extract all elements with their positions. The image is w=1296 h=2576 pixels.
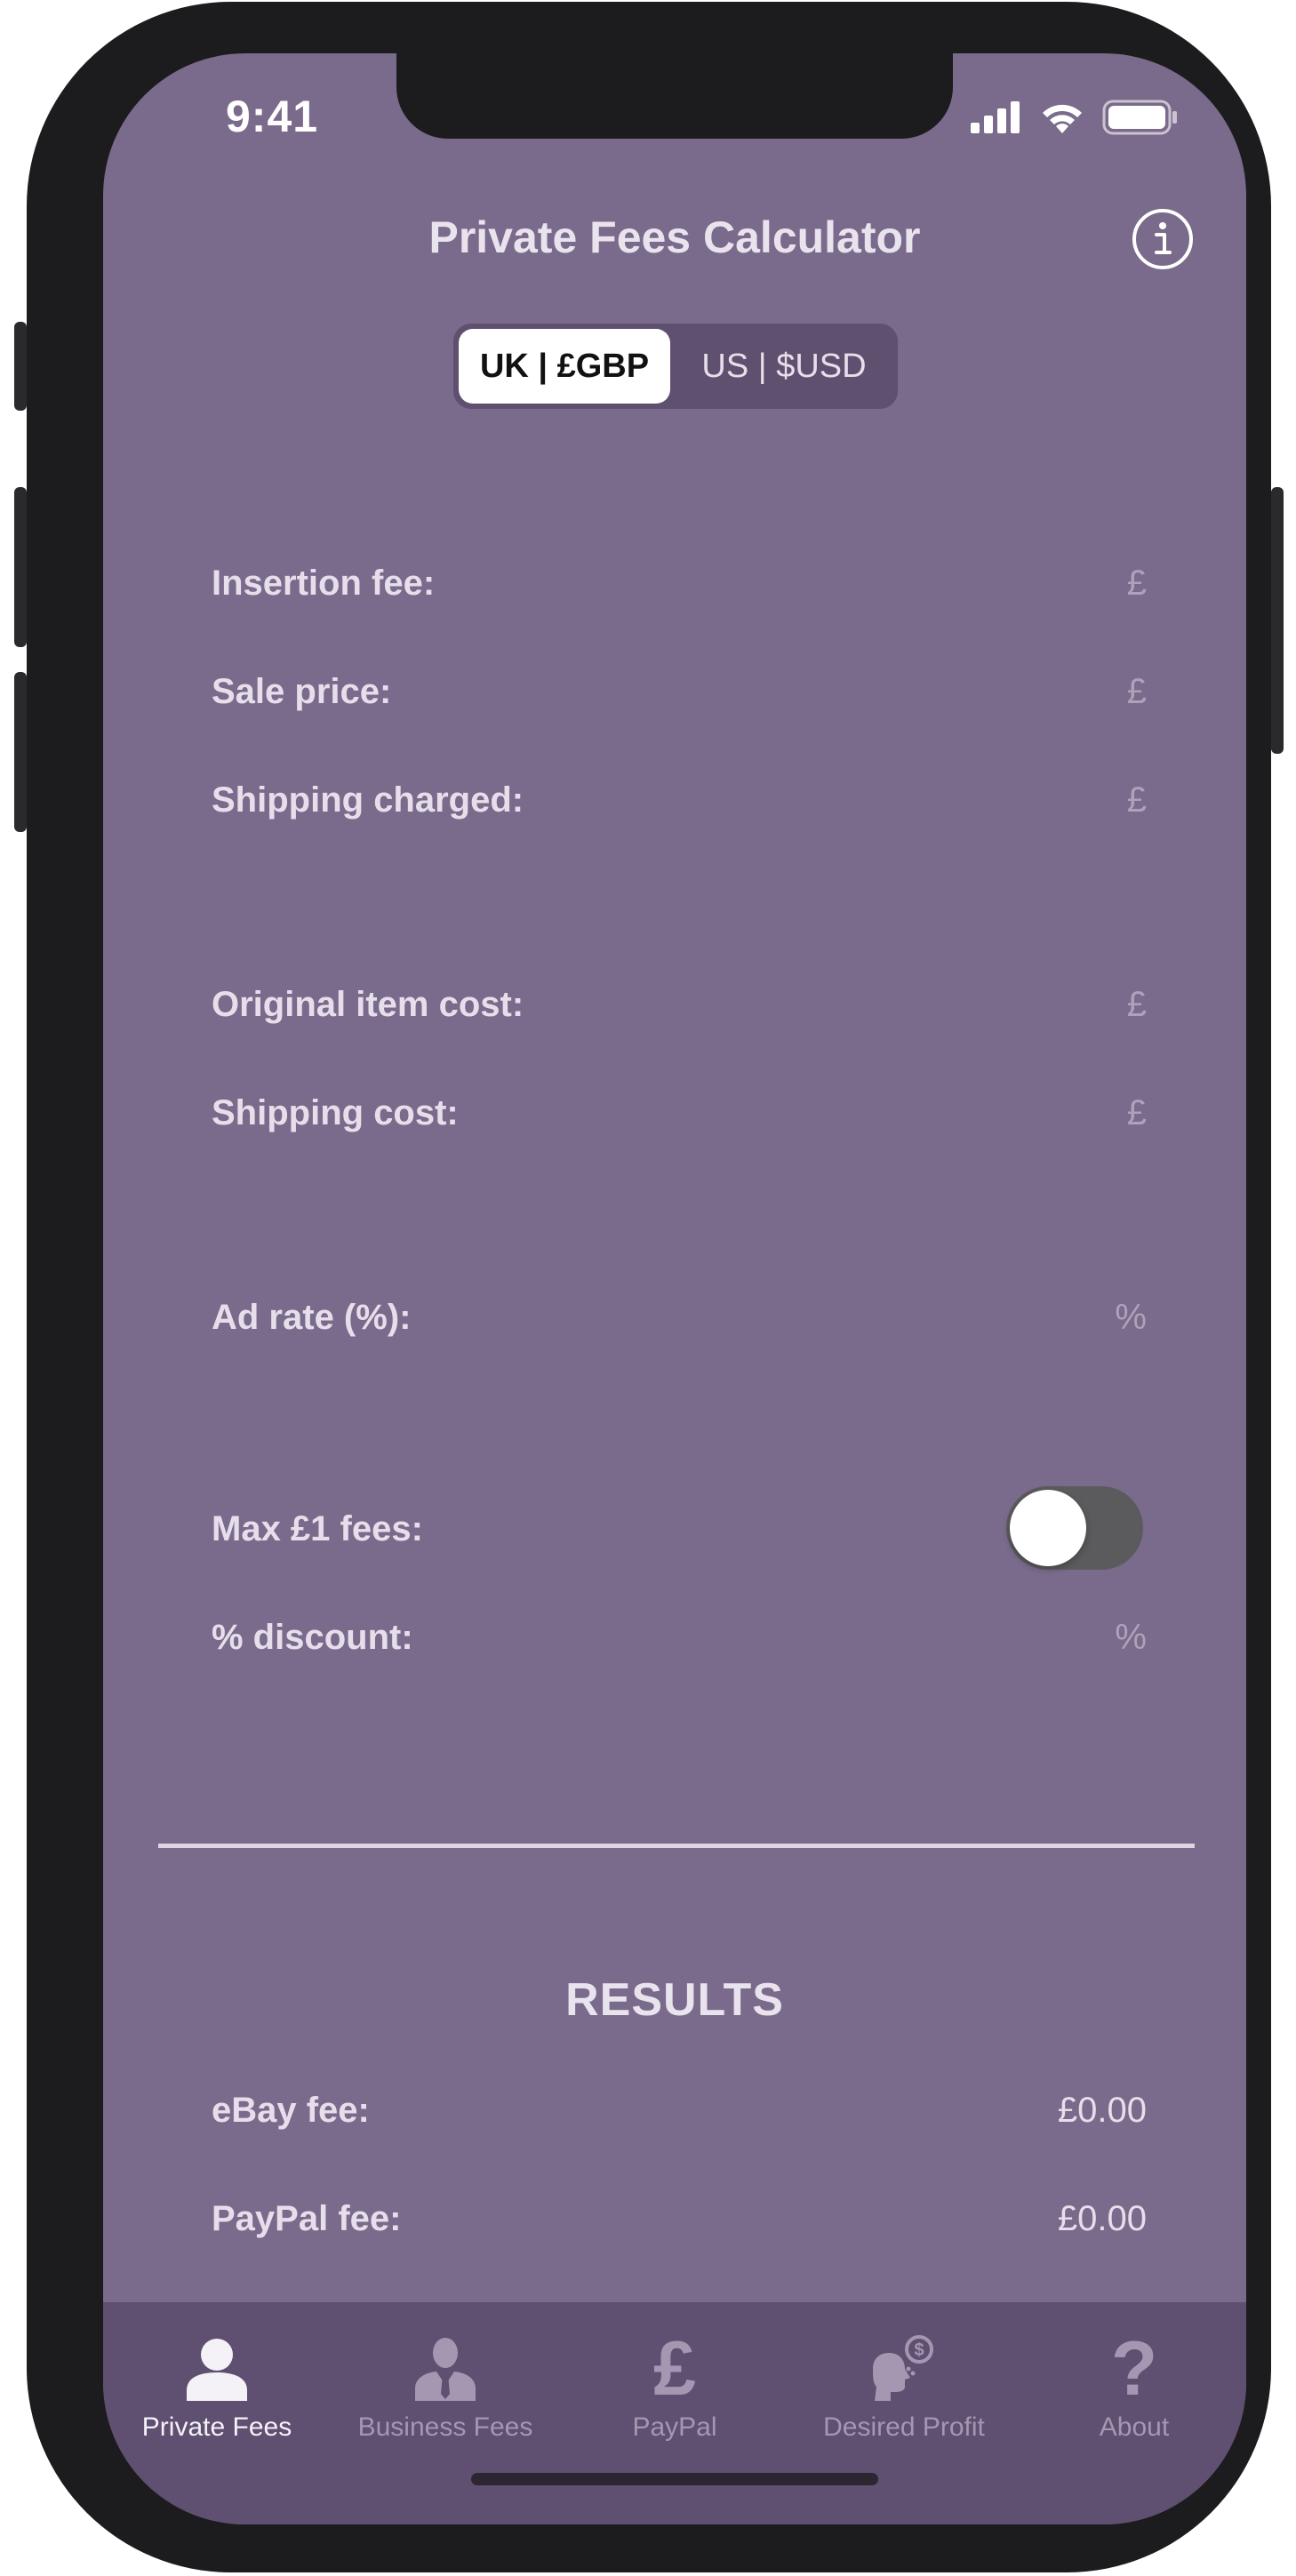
- page-title: Private Fees Calculator: [428, 212, 921, 262]
- battery-icon: [1102, 100, 1177, 135]
- tab-label-business-fees: Business Fees: [357, 2412, 533, 2442]
- pound-sign-icon: £: [653, 2326, 696, 2412]
- shipping-cost-row[interactable]: Shipping cost: £: [212, 1086, 1147, 1140]
- max-fees-toggle[interactable]: [1006, 1486, 1143, 1570]
- results-heading: RESULTS: [565, 1974, 784, 2026]
- ad-rate-label: Ad rate (%):: [212, 1297, 412, 1337]
- home-indicator: [471, 2473, 878, 2485]
- ad-rate-input[interactable]: %: [1115, 1298, 1147, 1338]
- tab-label-about: About: [1099, 2412, 1170, 2442]
- insertion-fee-input[interactable]: £: [1127, 564, 1147, 604]
- notch: [396, 53, 953, 139]
- discount-label: % discount:: [212, 1617, 413, 1657]
- status-time: 9:41: [226, 92, 319, 141]
- tab-paypal[interactable]: £ PayPal: [559, 2331, 790, 2443]
- ebay-fee-row: eBay fee: £0.00: [212, 2084, 1147, 2137]
- wifi-icon: [1043, 104, 1082, 133]
- tab-private-fees[interactable]: Private Fees: [103, 2331, 332, 2443]
- volume-up-button: [14, 487, 27, 647]
- shipping-cost-input[interactable]: £: [1127, 1093, 1147, 1133]
- cellular-signal-icon: [971, 101, 1020, 133]
- currency-option-usd[interactable]: US | $USD: [676, 329, 892, 404]
- original-item-cost-row[interactable]: Original item cost: £: [212, 978, 1147, 1031]
- insertion-fee-row[interactable]: Insertion fee: £: [212, 556, 1147, 610]
- section-divider: [158, 1844, 1195, 1848]
- paypal-fee-value: £0.00: [1057, 2198, 1147, 2238]
- shipping-cost-label: Shipping cost:: [212, 1092, 459, 1132]
- tab-desired-profit[interactable]: $ Desired Profit: [788, 2331, 1020, 2443]
- insertion-fee-label: Insertion fee:: [212, 563, 436, 603]
- paypal-fee-label: PayPal fee:: [212, 2198, 402, 2238]
- discount-row[interactable]: % discount: %: [212, 1611, 1147, 1664]
- max-fees-label: Max £1 fees:: [212, 1508, 423, 1548]
- person-icon: [183, 2331, 251, 2407]
- shipping-charged-input[interactable]: £: [1127, 780, 1147, 820]
- ebay-fee-label: eBay fee:: [212, 2090, 370, 2130]
- tab-label-private-fees: Private Fees: [141, 2412, 292, 2442]
- head-dollar-icon: $: [864, 2331, 944, 2407]
- discount-input[interactable]: %: [1115, 1618, 1147, 1658]
- tab-label-paypal: PayPal: [632, 2412, 717, 2442]
- original-item-cost-input[interactable]: £: [1127, 985, 1147, 1025]
- sale-price-input[interactable]: £: [1127, 672, 1147, 712]
- status-icons: [971, 100, 1179, 135]
- volume-down-button: [14, 672, 27, 832]
- tab-about[interactable]: ? About: [1019, 2331, 1246, 2443]
- toggle-knob: [1010, 1490, 1086, 1566]
- sale-price-row[interactable]: Sale price: £: [212, 665, 1147, 718]
- businessman-icon: [412, 2331, 479, 2407]
- original-item-cost-label: Original item cost:: [212, 984, 524, 1024]
- app-screen: 9:41 Private Fees Calculator UK | £GBP U…: [103, 53, 1246, 2524]
- question-mark-icon: ?: [1110, 2326, 1158, 2412]
- ebay-fee-value: £0.00: [1057, 2090, 1147, 2130]
- tab-business-fees[interactable]: Business Fees: [330, 2331, 561, 2443]
- paypal-fee-row: PayPal fee: £0.00: [212, 2192, 1147, 2245]
- info-icon[interactable]: [1130, 206, 1196, 272]
- sale-price-label: Sale price:: [212, 671, 392, 711]
- phone-frame: 9:41 Private Fees Calculator UK | £GBP U…: [14, 2, 1284, 2572]
- power-button: [1271, 487, 1284, 754]
- tab-label-desired-profit: Desired Profit: [823, 2412, 985, 2442]
- mute-switch: [14, 322, 27, 411]
- currency-segmented-control: UK | £GBP US | $USD: [453, 324, 898, 409]
- shipping-charged-label: Shipping charged:: [212, 780, 524, 820]
- svg-text:$: $: [914, 2340, 924, 2360]
- currency-option-gbp[interactable]: UK | £GBP: [459, 329, 670, 404]
- ad-rate-row[interactable]: Ad rate (%): %: [212, 1291, 1147, 1344]
- shipping-charged-row[interactable]: Shipping charged: £: [212, 773, 1147, 827]
